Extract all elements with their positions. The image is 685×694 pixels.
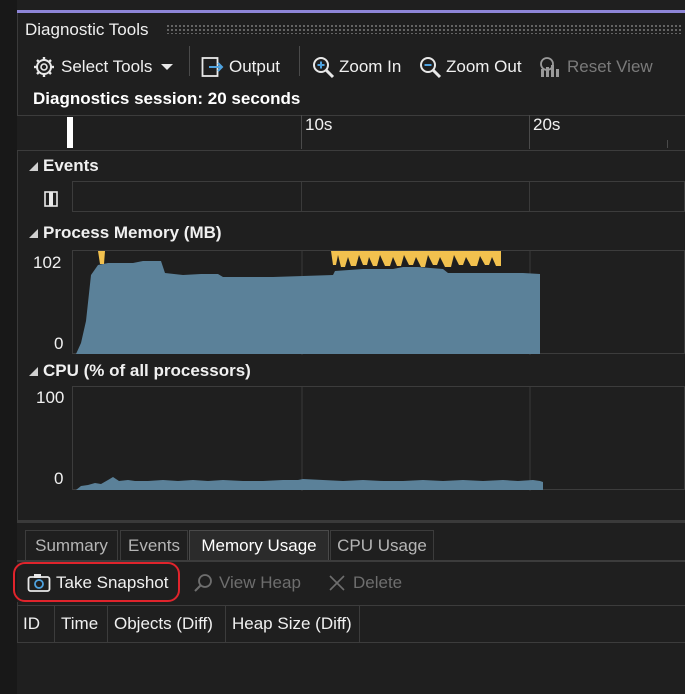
memory-section-label: Process Memory (MB) [43, 223, 222, 242]
zoom-in-button[interactable]: Zoom In [311, 54, 401, 80]
zoom-out-icon [420, 57, 442, 79]
delete-label: Delete [353, 573, 403, 592]
cpu-chart[interactable] [72, 386, 685, 491]
gear-icon [34, 57, 54, 77]
tab-memory-usage[interactable]: Memory Usage [189, 530, 329, 560]
zoom-out-button[interactable]: Zoom Out [418, 54, 522, 80]
cpu-area [76, 477, 543, 490]
cpu-chart-svg [76, 387, 543, 491]
cpu-section-header[interactable]: CPU (% of all processors) [29, 361, 251, 381]
output-label: Output [229, 57, 281, 76]
view-heap-button[interactable]: View Heap [193, 570, 301, 596]
ruler-minor-tick [667, 140, 668, 148]
memory-y-max: 102 [33, 253, 62, 272]
events-track[interactable] [72, 181, 685, 212]
session-duration: Diagnostics session: 20 seconds [33, 89, 301, 108]
toolbar-separator [189, 46, 190, 76]
cpu-y-max: 100 [36, 388, 65, 407]
delete-button[interactable]: Delete [327, 570, 402, 596]
memory-area [76, 261, 540, 354]
toolbar-separator [299, 46, 300, 76]
highlight-annotation [13, 562, 180, 602]
snapshot-table-body [17, 643, 685, 694]
timeline-cursor[interactable] [67, 117, 73, 148]
gc-markers [331, 251, 501, 267]
select-tools-label: Select Tools [61, 57, 153, 76]
close-icon [329, 575, 345, 591]
ruler-tick-label: 10s [305, 115, 333, 134]
events-section-label: Events [43, 156, 99, 175]
gridline [301, 182, 302, 211]
reset-view-label: Reset View [567, 57, 653, 76]
output-icon [201, 57, 224, 77]
zoom-out-label: Zoom Out [446, 57, 522, 76]
column-time[interactable]: Time [55, 606, 108, 642]
memory-chart-svg [76, 251, 540, 355]
collapse-triangle-icon [29, 161, 38, 171]
column-objects-diff[interactable]: Objects (Diff) [108, 606, 226, 642]
ruler-tick-label: 20s [533, 115, 561, 134]
select-tools-button[interactable]: Select Tools [33, 54, 174, 80]
collapse-triangle-icon [29, 366, 38, 376]
events-section-header[interactable]: Events [29, 156, 99, 176]
ruler-tick [529, 115, 530, 149]
memory-section-header[interactable]: Process Memory (MB) [29, 223, 222, 243]
tab-summary[interactable]: Summary [25, 530, 118, 560]
window-title: Diagnostic Tools [25, 20, 149, 39]
timeline-ruler[interactable] [17, 115, 685, 151]
ruler-tick [301, 115, 302, 149]
memory-y-min: 0 [54, 334, 64, 353]
search-icon [194, 574, 212, 592]
view-heap-label: View Heap [219, 573, 301, 592]
dropdown-caret-icon [161, 64, 174, 70]
collapse-triangle-icon [29, 228, 38, 238]
column-heap-size-diff[interactable]: Heap Size (Diff) [226, 606, 360, 642]
reset-view-icon [540, 57, 559, 77]
zoom-in-label: Zoom In [339, 57, 402, 76]
gc-marker [98, 251, 105, 264]
title-drag-grip[interactable] [166, 24, 681, 34]
memory-chart[interactable] [72, 250, 685, 355]
output-button[interactable]: Output [201, 54, 280, 80]
gridline [529, 182, 530, 211]
zoom-in-icon [313, 57, 335, 79]
cpu-section-label: CPU (% of all processors) [43, 361, 251, 380]
reset-view-button[interactable]: Reset View [538, 54, 653, 80]
pause-toggle-icon[interactable] [44, 191, 58, 207]
tab-cpu-usage[interactable]: CPU Usage [330, 530, 434, 560]
tab-events[interactable]: Events [120, 530, 188, 560]
cpu-y-min: 0 [54, 469, 64, 488]
column-id[interactable]: ID [17, 606, 55, 642]
